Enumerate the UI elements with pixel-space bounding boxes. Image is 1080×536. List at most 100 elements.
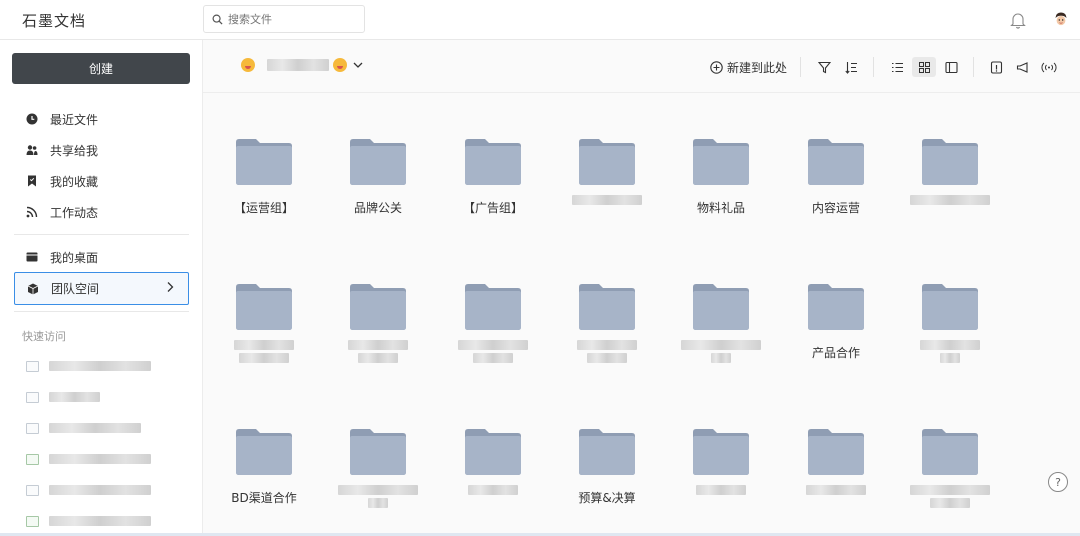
redacted-folder-label — [681, 340, 761, 363]
redacted-folder-label — [338, 485, 418, 508]
folder-item[interactable] — [321, 384, 435, 529]
broadcast-button[interactable] — [1041, 57, 1057, 77]
folder-icon — [579, 139, 635, 185]
folder-item[interactable]: 预算&决算 — [550, 384, 664, 529]
redacted-folder-label — [234, 340, 294, 363]
quick-access-item[interactable] — [26, 420, 141, 436]
redacted-folder-label — [910, 485, 990, 508]
folder-icon — [579, 284, 635, 330]
folder-icon — [350, 429, 406, 475]
folder-item[interactable] — [550, 94, 664, 239]
folder-icon — [922, 139, 978, 185]
sidebar-item-shared[interactable]: 共享给我 — [14, 135, 189, 165]
info-icon — [990, 60, 1003, 74]
folder-icon — [465, 139, 521, 185]
breadcrumb[interactable] — [241, 58, 363, 72]
folder-item[interactable]: 产品合作 — [779, 239, 893, 384]
folder-item[interactable] — [550, 239, 664, 384]
sidebar-item-desktop[interactable]: 我的桌面 — [14, 242, 189, 272]
chevron-down-icon[interactable] — [353, 61, 363, 69]
sidebar-divider — [14, 234, 189, 235]
folder-icon — [236, 284, 292, 330]
sidebar-item-recent[interactable]: 最近文件 — [14, 104, 189, 134]
desktop-icon — [26, 251, 38, 263]
redacted-folder-label — [348, 340, 408, 363]
create-button[interactable]: 创建 — [12, 53, 190, 84]
redacted-folder-label — [920, 340, 980, 363]
folder-item[interactable] — [779, 384, 893, 529]
folder-icon — [693, 284, 749, 330]
folder-item[interactable] — [893, 239, 1007, 384]
redacted-folder-label — [468, 485, 518, 495]
quick-access-item[interactable] — [26, 451, 151, 467]
folder-item[interactable] — [893, 384, 1007, 529]
sidebar-item-favorites[interactable]: 我的收藏 — [14, 166, 189, 196]
folder-label: 【运营组】 — [233, 201, 294, 215]
quick-access-item[interactable] — [26, 389, 100, 405]
folder-item[interactable]: 内容运营 — [779, 94, 893, 239]
quick-access-item[interactable] — [26, 358, 151, 374]
filter-button[interactable] — [818, 57, 831, 77]
folder-icon — [350, 139, 406, 185]
rss-icon — [26, 206, 38, 218]
new-here-button[interactable]: 新建到此处 — [710, 57, 787, 77]
folder-label: 【广告组】 — [462, 201, 523, 215]
broadcast-icon — [1041, 62, 1057, 72]
quick-access-item[interactable] — [26, 513, 151, 529]
users-icon — [26, 144, 38, 156]
folder-label: 内容运营 — [811, 201, 860, 215]
spreadsheet-icon — [26, 515, 39, 527]
toolbar: 新建到此处 — [203, 40, 1080, 93]
sidebar-item-label: 最近文件 — [50, 112, 99, 127]
folder-item[interactable] — [664, 239, 778, 384]
redacted-folder-label — [806, 485, 866, 495]
list-view-button[interactable] — [891, 57, 904, 77]
search-box[interactable] — [203, 5, 365, 33]
redacted-folder-label — [577, 340, 637, 363]
folder-item[interactable]: 品牌公关 — [321, 94, 435, 239]
panel-toggle-button[interactable] — [945, 57, 958, 77]
notification-bell-icon[interactable] — [1010, 11, 1026, 29]
emoji-icon — [241, 58, 255, 72]
redacted-folder-label — [696, 485, 746, 495]
info-button[interactable] — [990, 57, 1003, 77]
sidebar-panel-icon — [945, 61, 958, 73]
folder-item[interactable] — [207, 239, 321, 384]
sidebar-divider — [14, 311, 189, 312]
help-button[interactable]: ? — [1048, 472, 1068, 492]
folder-item[interactable]: 【广告组】 — [436, 94, 550, 239]
folder-icon — [465, 284, 521, 330]
sort-icon — [845, 61, 857, 74]
folder-item[interactable] — [436, 239, 550, 384]
grid-view-button[interactable] — [912, 57, 936, 77]
folder-icon — [465, 429, 521, 475]
search-input[interactable] — [228, 12, 348, 26]
top-bar: 石墨文档 — [0, 0, 1080, 40]
folder-item[interactable]: 物料礼品 — [664, 94, 778, 239]
emoji-icon — [333, 58, 347, 72]
sort-button[interactable] — [845, 57, 858, 77]
document-icon — [26, 391, 39, 403]
folder-icon — [579, 429, 635, 475]
search-icon — [212, 14, 223, 25]
plus-circle-icon — [710, 60, 723, 74]
sidebar-item-team-space[interactable]: 团队空间 — [14, 272, 189, 305]
user-avatar[interactable] — [1052, 10, 1070, 28]
folder-item[interactable]: BD渠道合作 — [207, 384, 321, 529]
bookmark-icon — [26, 175, 38, 187]
quick-access-item[interactable] — [26, 482, 151, 498]
announcement-button[interactable] — [1016, 57, 1029, 77]
sidebar-item-label: 工作动态 — [50, 205, 99, 220]
folder-icon — [922, 284, 978, 330]
redacted-folder-label — [572, 195, 642, 205]
folder-item[interactable] — [664, 384, 778, 529]
folder-item[interactable] — [321, 239, 435, 384]
folder-item[interactable]: 【运营组】 — [207, 94, 321, 239]
sidebar-item-activity[interactable]: 工作动态 — [14, 197, 189, 227]
folder-item[interactable] — [436, 384, 550, 529]
folder-item[interactable] — [893, 94, 1007, 239]
sidebar-item-label: 共享给我 — [50, 143, 99, 158]
toolbar-divider — [973, 57, 974, 77]
folder-label: 预算&决算 — [578, 491, 636, 505]
app-logo[interactable]: 石墨文档 — [22, 10, 86, 31]
